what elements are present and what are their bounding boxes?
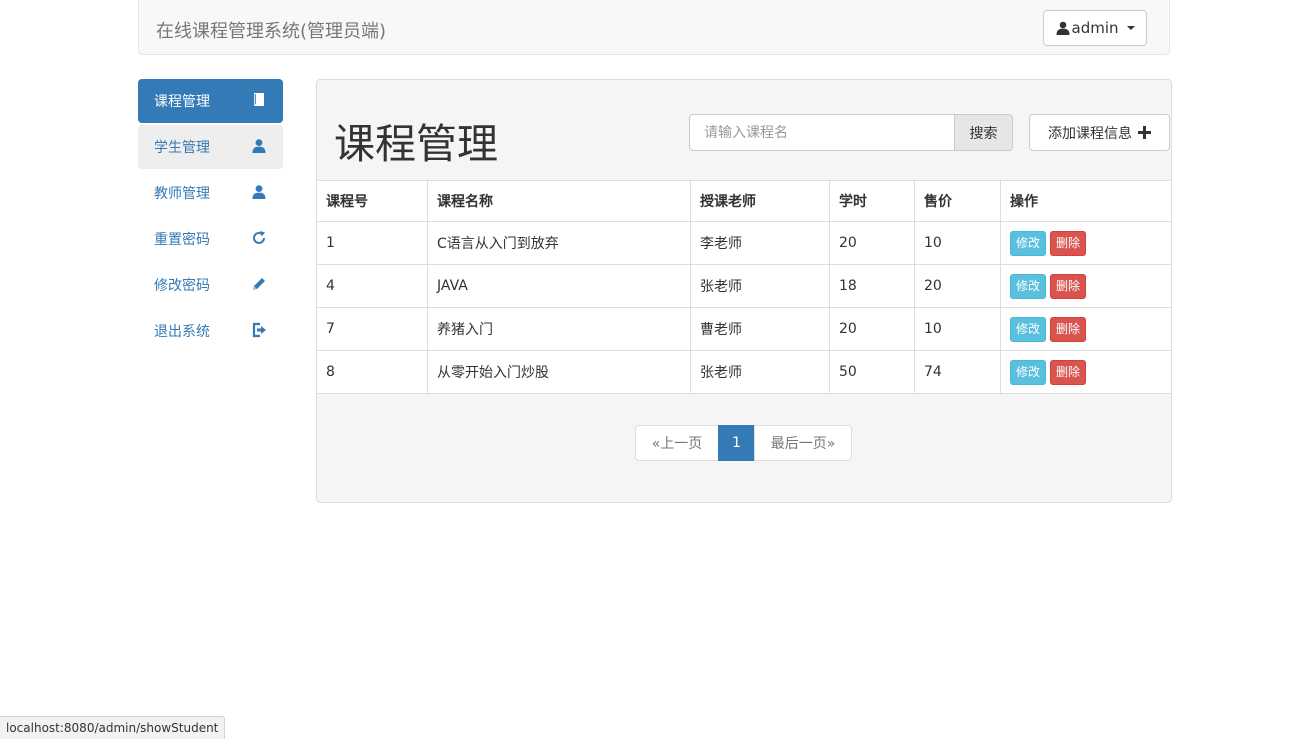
logout-icon [252, 322, 266, 338]
sidebar-nav: 课程管理 学生管理 教师管理 重置密码 修改密码 退出系统 [138, 79, 283, 355]
sidebar-item-logout[interactable]: 退出系统 [138, 309, 283, 353]
cell-name: C语言从入门到放弃 [427, 221, 691, 265]
cell-hours: 20 [829, 307, 915, 351]
status-bar-url: localhost:8080/admin/showStudent [0, 716, 226, 739]
column-header: 售价 [914, 180, 1001, 222]
cell-hours: 18 [829, 264, 915, 308]
table-row: 1 C语言从入门到放弃 李老师 20 10 修改 删除 [317, 221, 1171, 265]
book-icon [254, 93, 264, 106]
pagination: «上一页 1 最后一页» [635, 425, 852, 461]
column-header: 授课老师 [690, 180, 830, 222]
sidebar-item-label: 课程管理 [154, 94, 210, 110]
user-menu-button[interactable]: admin [1043, 10, 1147, 46]
user-icon [1056, 21, 1069, 35]
cell-name: 从零开始入门炒股 [427, 350, 691, 394]
user-name: admin [1071, 19, 1119, 37]
table-header-row: 课程号 课程名称 授课老师 学时 售价 操作 [317, 180, 1171, 222]
sidebar-item-label: 修改密码 [154, 278, 210, 294]
cell-id: 4 [317, 264, 428, 308]
sidebar-item-label: 退出系统 [154, 324, 210, 340]
cell-teacher: 张老师 [690, 350, 830, 394]
edit-button[interactable]: 修改 [1010, 230, 1047, 256]
refresh-icon [253, 231, 265, 244]
column-header: 课程名称 [427, 180, 691, 222]
sidebar-item-label: 重置密码 [154, 232, 210, 248]
cell-actions: 修改 删除 [1000, 264, 1171, 308]
search-input[interactable] [689, 114, 954, 151]
pencil-icon [253, 278, 265, 290]
cell-name: 养猪入门 [427, 307, 691, 351]
delete-button[interactable]: 删除 [1050, 230, 1087, 256]
top-navbar: 在线课程管理系统(管理员端) admin [138, 0, 1170, 55]
sidebar-item-course[interactable]: 课程管理 [138, 79, 283, 123]
cell-actions: 修改 删除 [1000, 221, 1171, 265]
add-course-label: 添加课程信息 [1048, 125, 1132, 142]
user-icon [252, 185, 266, 199]
cell-price: 10 [914, 307, 1001, 351]
course-table: 课程号 课程名称 授课老师 学时 售价 操作 1 C语言从入门到放弃 李老师 2… [317, 180, 1171, 394]
sidebar-item-label: 教师管理 [154, 186, 210, 202]
caret-down-icon [1126, 26, 1135, 30]
page-title: 课程管理 [334, 120, 498, 168]
sidebar-item-teacher[interactable]: 教师管理 [138, 171, 283, 215]
delete-button[interactable]: 删除 [1050, 316, 1087, 342]
search-group: 搜索 [689, 114, 1013, 151]
cell-name: JAVA [427, 264, 691, 308]
last-page-button[interactable]: 最后一页» [754, 425, 852, 461]
cell-id: 1 [317, 221, 428, 265]
cell-price: 74 [914, 350, 1001, 394]
sidebar-item-student[interactable]: 学生管理 [138, 125, 283, 169]
cell-price: 10 [914, 221, 1001, 265]
column-header: 学时 [829, 180, 915, 222]
plus-icon [1138, 126, 1151, 139]
add-course-button[interactable]: 添加课程信息 [1029, 114, 1170, 151]
cell-teacher: 李老师 [690, 221, 830, 265]
cell-id: 7 [317, 307, 428, 351]
current-page-button[interactable]: 1 [718, 425, 755, 461]
cell-price: 20 [914, 264, 1001, 308]
edit-button[interactable]: 修改 [1010, 273, 1047, 299]
course-panel: 课程管理 搜索 添加课程信息 课程号 课程名称 授课老师 学时 售价 操作 1 … [316, 79, 1172, 503]
cell-actions: 修改 删除 [1000, 350, 1171, 394]
table-row: 7 养猪入门 曹老师 20 10 修改 删除 [317, 307, 1171, 351]
edit-button[interactable]: 修改 [1010, 359, 1047, 385]
sidebar-item-change-password[interactable]: 修改密码 [138, 263, 283, 307]
prev-page-button[interactable]: «上一页 [635, 425, 719, 461]
cell-teacher: 张老师 [690, 264, 830, 308]
delete-button[interactable]: 删除 [1050, 359, 1087, 385]
search-button[interactable]: 搜索 [954, 114, 1013, 151]
sidebar-item-reset-password[interactable]: 重置密码 [138, 217, 283, 261]
column-header: 课程号 [317, 180, 428, 222]
app-brand[interactable]: 在线课程管理系统(管理员端) [156, 17, 386, 43]
edit-button[interactable]: 修改 [1010, 316, 1047, 342]
delete-button[interactable]: 删除 [1050, 273, 1087, 299]
cell-hours: 50 [829, 350, 915, 394]
cell-teacher: 曹老师 [690, 307, 830, 351]
cell-hours: 20 [829, 221, 915, 265]
cell-id: 8 [317, 350, 428, 394]
table-row: 4 JAVA 张老师 18 20 修改 删除 [317, 264, 1171, 308]
user-icon [252, 139, 266, 153]
table-row: 8 从零开始入门炒股 张老师 50 74 修改 删除 [317, 350, 1171, 394]
column-header: 操作 [1000, 180, 1171, 222]
cell-actions: 修改 删除 [1000, 307, 1171, 351]
sidebar-item-label: 学生管理 [154, 140, 210, 156]
